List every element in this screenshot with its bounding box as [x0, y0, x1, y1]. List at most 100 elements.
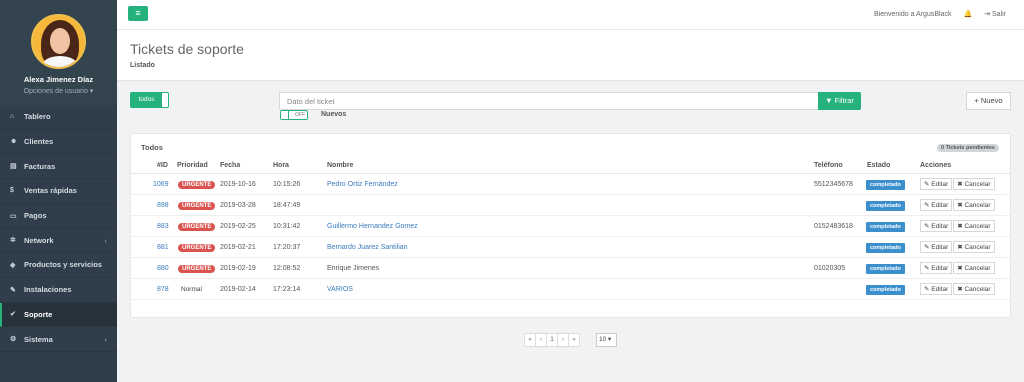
ticket-id-link[interactable]: 878 — [157, 279, 169, 300]
table-row: 881 URGENTE 2019-02-21 17:20:37 Bernardo… — [131, 237, 1010, 258]
sidebar: Alexa Jimenez Díaz Opciones de usuario ▾… — [0, 0, 117, 382]
sidebar-item-ventas[interactable]: $ Ventas rápidas — [0, 179, 117, 204]
cancel-button[interactable]: ✖ Cancelar — [953, 262, 995, 274]
col-estado[interactable]: Estado — [867, 158, 890, 174]
priority-badge: URGENTE — [178, 202, 216, 210]
edit-button[interactable]: ✎ Editar — [920, 220, 953, 232]
priority-badge: URGENTE — [178, 223, 216, 231]
ticket-search-input[interactable] — [279, 92, 819, 110]
status-badge: completado — [866, 264, 905, 274]
priority-label: Normal — [181, 286, 202, 293]
ticket-id-link[interactable]: 1069 — [153, 174, 169, 195]
sidebar-item-clientes[interactable]: ☻ Clientes — [0, 130, 117, 155]
client-phone: 5512345678 — [814, 181, 853, 188]
client-name-link[interactable]: VARIOS — [327, 279, 353, 300]
ticket-id-link[interactable]: 883 — [157, 216, 169, 237]
users-icon: ☻ — [10, 138, 18, 146]
page-size-select[interactable]: 10 ▾ — [596, 333, 617, 347]
payment-icon: ▭ — [10, 212, 17, 220]
network-icon: ✲ — [10, 237, 16, 245]
toggle-off-label: OFF — [295, 112, 305, 118]
filter-button[interactable]: ▼ Filtrar — [818, 92, 861, 110]
nuevos-toggle[interactable]: OFF — [280, 110, 308, 120]
ticket-date: 2019-02-14 — [220, 286, 256, 293]
tag-icon: ◈ — [10, 261, 16, 269]
sidebar-item-tablero[interactable]: ⌂ Tablero — [0, 105, 117, 130]
edit-button[interactable]: ✎ Editar — [920, 199, 953, 211]
cancel-button[interactable]: ✖ Cancelar — [953, 199, 995, 211]
sidebar-item-facturas[interactable]: ▤ Facturas — [0, 154, 117, 180]
client-name-link[interactable]: Pedro Ortiz Fernández — [327, 174, 398, 195]
priority-badge: URGENTE — [178, 244, 216, 252]
support-icon: ✔ — [10, 311, 16, 319]
ticket-id-link[interactable]: 898 — [157, 195, 169, 216]
sidebar-item-sistema[interactable]: ⚙ Sistema ‹ — [0, 327, 117, 352]
col-telefono[interactable]: Teléfono — [814, 158, 843, 174]
sidebar-item-label: Ventas rápidas — [24, 186, 77, 196]
pagination: « ‹ 1 › » — [524, 333, 580, 347]
priority-badge: URGENTE — [178, 265, 216, 273]
sidebar-item-soporte[interactable]: ✔ Soporte — [0, 302, 117, 328]
client-name-link[interactable]: Guillermo Hernandez Gomez — [327, 216, 418, 237]
client-name-link[interactable]: Bernardo Juarez Santilian — [327, 237, 408, 258]
avatar[interactable] — [31, 14, 86, 69]
chevron-left-icon: ‹ — [104, 235, 108, 245]
edit-button[interactable]: ✎ Editar — [920, 178, 953, 190]
priority-badge: URGENTE — [178, 181, 216, 189]
sidebar-item-label: Productos y servicios — [24, 260, 102, 270]
menu-toggle-button[interactable]: ≡ — [128, 6, 148, 21]
sidebar-item-label: Network — [24, 235, 54, 245]
client-phone: 01020305 — [814, 265, 846, 272]
cancel-button[interactable]: ✖ Cancelar — [953, 283, 995, 295]
dollar-icon: $ — [10, 187, 14, 195]
client-name: Enrique Jimenes — [327, 265, 380, 272]
sidebar-item-productos[interactable]: ◈ Productos y servicios — [0, 253, 117, 278]
ticket-date: 2019-10-16 — [220, 181, 256, 188]
todos-toggle[interactable]: todos — [130, 92, 169, 108]
table-row: 880 URGENTE 2019-02-19 12:08:52 Enrique … — [131, 258, 1010, 279]
last-page-button[interactable]: » — [568, 333, 580, 347]
edit-button[interactable]: ✎ Editar — [920, 283, 953, 295]
ticket-date: 2019-02-19 — [220, 265, 256, 272]
table-header: #ID Prioridad Fecha Hora Nombre Teléfono… — [131, 158, 1010, 174]
ticket-time: 17:23:14 — [273, 286, 301, 293]
page-title: Tickets de soporte — [130, 41, 244, 57]
cancel-button[interactable]: ✖ Cancelar — [953, 241, 995, 253]
col-fecha[interactable]: Fecha — [220, 158, 240, 174]
table-row: 878 Normal 2019-02-14 17:23:14 VARIOS co… — [131, 279, 1010, 300]
col-hora[interactable]: Hora — [273, 158, 289, 174]
ticket-date: 2019-02-21 — [220, 244, 256, 251]
wrench-icon: ✎ — [10, 286, 16, 294]
page-subtitle: Listado — [130, 62, 155, 69]
pending-badge: 0 Tickets pendientes — [936, 144, 999, 152]
bell-icon[interactable]: 🔔 — [963, 10, 972, 18]
invoice-icon: ▤ — [10, 163, 17, 171]
sidebar-item-network[interactable]: ✲ Network ‹ — [0, 228, 117, 254]
ticket-time: 10:31:42 — [273, 223, 301, 230]
ticket-date: 2019-02-25 — [220, 223, 256, 230]
sidebar-item-pagos[interactable]: ▭ Pagos — [0, 204, 117, 229]
ticket-id-link[interactable]: 880 — [157, 258, 169, 279]
nuevos-label: Nuevos — [321, 111, 347, 118]
user-options-dropdown[interactable]: Opciones de usuario ▾ — [0, 87, 117, 95]
edit-button[interactable]: ✎ Editar — [920, 262, 953, 274]
page-header: Tickets de soporte Listado — [117, 30, 1024, 81]
new-ticket-button[interactable]: + Nuevo — [966, 92, 1011, 110]
sidebar-menu: ⌂ Tablero ☻ Clientes ▤ Facturas $ Ventas ráp… — [0, 105, 117, 352]
cancel-button[interactable]: ✖ Cancelar — [953, 178, 995, 190]
edit-button[interactable]: ✎ Editar — [920, 241, 953, 253]
ticket-time: 17:20:37 — [273, 244, 301, 251]
dashboard-icon: ⌂ — [10, 113, 15, 121]
logout-link[interactable]: ⇥ Salir — [984, 10, 1006, 18]
topbar: ≡ Bienvenido a ArgusBlack 🔔 ⇥ Salir — [117, 0, 1024, 30]
col-nombre[interactable]: Nombre — [327, 158, 353, 174]
welcome-text: Bienvenido a ArgusBlack — [874, 10, 952, 18]
sidebar-item-instalaciones[interactable]: ✎ Instalaciones — [0, 278, 117, 303]
col-acciones: Acciones — [920, 162, 952, 169]
col-id[interactable]: #ID — [157, 158, 168, 174]
ticket-id-link[interactable]: 881 — [157, 237, 169, 258]
cancel-button[interactable]: ✖ Cancelar — [953, 220, 995, 232]
sidebar-item-label: Sistema — [24, 334, 53, 344]
col-prioridad[interactable]: Prioridad — [177, 158, 208, 174]
status-badge: completado — [866, 201, 905, 211]
